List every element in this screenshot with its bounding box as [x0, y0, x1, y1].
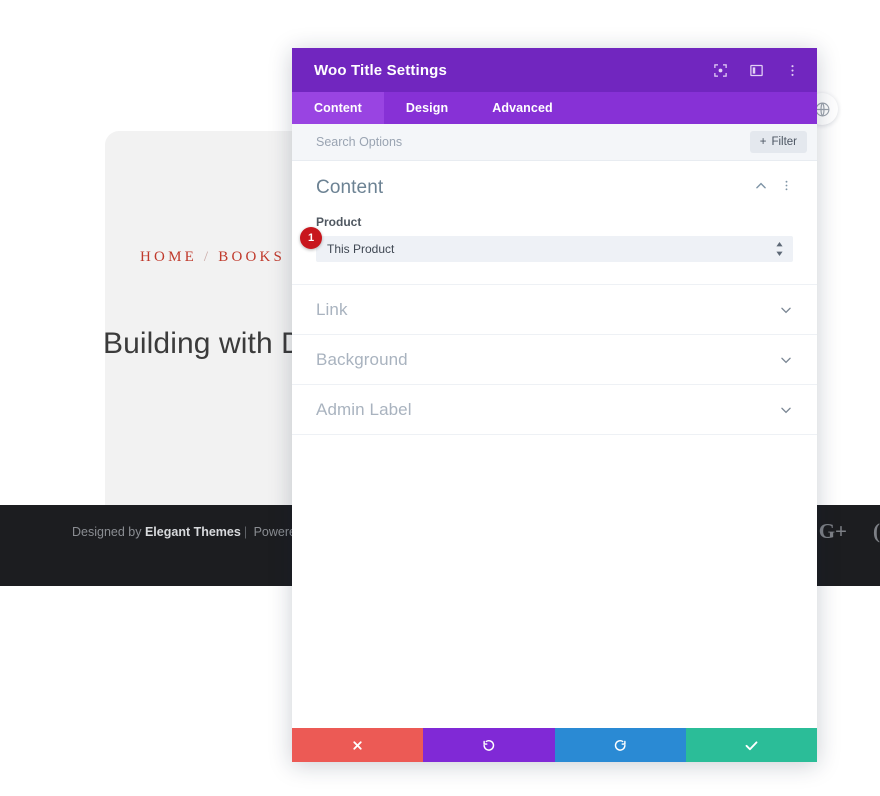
section-background[interactable]: Background	[292, 335, 817, 385]
breadcrumb-home[interactable]: HOME	[140, 249, 197, 265]
tab-content[interactable]: Content	[292, 92, 384, 124]
section-link-title: Link	[316, 299, 348, 319]
chevron-down-icon[interactable]	[779, 353, 793, 367]
footer-credit-brand[interactable]: Elegant Themes	[145, 525, 241, 539]
cancel-button[interactable]	[292, 728, 424, 762]
footer-credit-prefix: Designed by	[72, 525, 145, 539]
modal-header-actions	[711, 61, 801, 79]
undo-button[interactable]	[423, 728, 555, 762]
google-plus-icon[interactable]: G+	[819, 519, 847, 544]
chevron-down-icon[interactable]	[779, 303, 793, 317]
section-content-header: Content	[316, 177, 793, 199]
section-admin-label-title: Admin Label	[316, 399, 412, 419]
redo-button[interactable]	[554, 728, 686, 762]
step-badge: 1	[300, 227, 322, 249]
overflow-menu-icon[interactable]	[780, 179, 793, 197]
breadcrumb-category[interactable]: BOOKS	[218, 249, 285, 265]
filter-button[interactable]: + Filter	[749, 131, 807, 153]
section-content: Content Product This Product 1	[292, 161, 817, 285]
social-icon-partial[interactable]: (	[873, 519, 880, 544]
settings-modal: Woo Title Settings Content Design Advanc…	[292, 48, 817, 762]
breadcrumb-separator: /	[203, 249, 212, 265]
product-select-value: This Product	[327, 242, 395, 256]
modal-body: Content Product This Product 1 Link Back…	[292, 161, 817, 728]
search-row: + Filter	[292, 124, 817, 161]
section-link[interactable]: Link	[292, 285, 817, 335]
section-background-title: Background	[316, 349, 408, 369]
breadcrumb: HOME / BOOKS	[140, 249, 285, 266]
tab-design[interactable]: Design	[384, 92, 470, 124]
focus-target-icon[interactable]	[711, 61, 729, 79]
section-content-title: Content	[316, 177, 384, 198]
chevron-down-icon[interactable]	[779, 403, 793, 417]
modal-tabs: Content Design Advanced	[292, 92, 817, 124]
panel-layout-icon[interactable]	[747, 61, 765, 79]
footer-social-list: G+ (	[819, 519, 880, 544]
footer-credit: Designed by Elegant Themes | Powered b	[72, 525, 313, 539]
modal-action-bar	[292, 728, 817, 762]
overflow-menu-icon[interactable]	[783, 61, 801, 79]
modal-header: Woo Title Settings	[292, 48, 817, 92]
modal-title: Woo Title Settings	[314, 61, 447, 79]
product-field: This Product 1	[300, 227, 793, 262]
save-button[interactable]	[685, 728, 817, 762]
footer-credit-pipe: |	[243, 525, 248, 539]
product-select[interactable]: This Product	[316, 236, 793, 262]
plus-icon: +	[759, 136, 767, 148]
section-admin-label[interactable]: Admin Label	[292, 385, 817, 435]
product-field-label: Product	[316, 215, 362, 229]
filter-button-label: Filter	[771, 136, 797, 148]
section-content-icons	[754, 179, 793, 198]
chevron-up-icon[interactable]	[754, 179, 768, 198]
select-stepper-icon[interactable]	[775, 236, 784, 262]
search-input[interactable]	[316, 135, 750, 149]
tab-advanced[interactable]: Advanced	[470, 92, 575, 124]
